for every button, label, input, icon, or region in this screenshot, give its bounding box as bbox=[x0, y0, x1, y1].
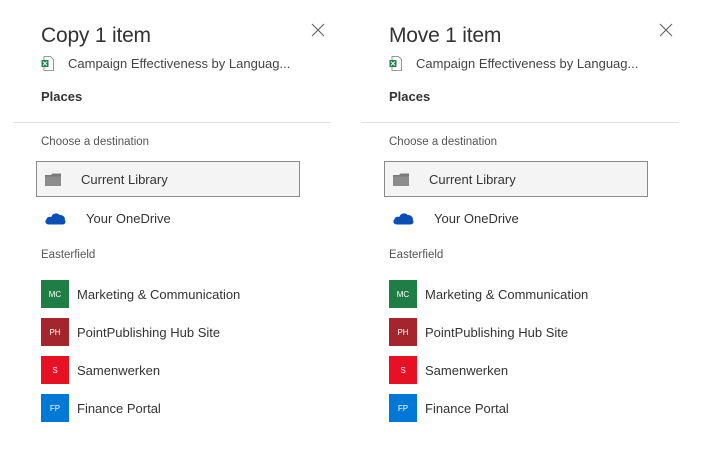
folder-icon bbox=[393, 173, 409, 186]
destination-current-library[interactable]: Current Library bbox=[36, 161, 300, 197]
site-finance-portal[interactable]: FP Finance Portal bbox=[41, 394, 303, 422]
site-label: PointPublishing Hub Site bbox=[425, 324, 569, 340]
onedrive-label: Your OneDrive bbox=[86, 210, 171, 226]
site-tile: FP bbox=[389, 394, 417, 422]
site-tile: PH bbox=[41, 318, 69, 346]
places-heading: Places bbox=[389, 89, 431, 104]
group-label: Easterfield bbox=[389, 249, 444, 261]
onedrive-label: Your OneDrive bbox=[434, 210, 519, 226]
site-tile: MC bbox=[41, 280, 69, 308]
move-panel: Move 1 item Campaign Effectiveness by La… bbox=[361, 0, 681, 453]
current-library-label: Current Library bbox=[81, 171, 168, 187]
panel-title: Move 1 item bbox=[389, 24, 502, 47]
site-tile: S bbox=[41, 356, 69, 384]
panel-title: Copy 1 item bbox=[41, 24, 151, 47]
file-row: Campaign Effectiveness by Languag... bbox=[41, 54, 303, 72]
site-label: Samenwerken bbox=[77, 362, 161, 378]
site-tile: PH bbox=[389, 318, 417, 346]
site-marketing-communication[interactable]: MC Marketing & Communication bbox=[389, 280, 651, 308]
site-label: Finance Portal bbox=[425, 400, 509, 416]
site-pointpublishing-hub[interactable]: PH PointPublishing Hub Site bbox=[41, 318, 303, 346]
site-label: PointPublishing Hub Site bbox=[77, 324, 221, 340]
site-finance-portal[interactable]: FP Finance Portal bbox=[389, 394, 651, 422]
destination-current-library[interactable]: Current Library bbox=[384, 161, 648, 197]
site-label: Marketing & Communication bbox=[425, 286, 589, 302]
close-icon[interactable] bbox=[309, 21, 327, 39]
site-samenwerken[interactable]: S Samenwerken bbox=[41, 356, 303, 384]
excel-file-icon bbox=[41, 55, 54, 71]
current-library-label: Current Library bbox=[429, 171, 516, 187]
folder-icon bbox=[45, 173, 61, 186]
site-label: Samenwerken bbox=[425, 362, 509, 378]
destination-onedrive[interactable]: Your OneDrive bbox=[384, 200, 648, 236]
site-tile: MC bbox=[389, 280, 417, 308]
site-pointpublishing-hub[interactable]: PH PointPublishing Hub Site bbox=[389, 318, 651, 346]
screenshot-stage: Copy 1 item Campaign Effectiveness by La… bbox=[0, 0, 701, 453]
close-icon[interactable] bbox=[657, 21, 675, 39]
divider bbox=[361, 122, 679, 123]
places-heading: Places bbox=[41, 89, 83, 104]
divider bbox=[13, 122, 331, 123]
choose-destination-label: Choose a destination bbox=[41, 136, 150, 148]
site-tile: S bbox=[389, 356, 417, 384]
copy-panel: Copy 1 item Campaign Effectiveness by La… bbox=[13, 0, 333, 453]
file-name: Campaign Effectiveness by Languag... bbox=[416, 55, 639, 71]
group-label: Easterfield bbox=[41, 249, 96, 261]
file-row: Campaign Effectiveness by Languag... bbox=[389, 54, 651, 72]
site-tile: FP bbox=[41, 394, 69, 422]
site-label: Finance Portal bbox=[77, 400, 161, 416]
site-label: Marketing & Communication bbox=[77, 286, 241, 302]
destination-onedrive[interactable]: Your OneDrive bbox=[36, 200, 300, 236]
site-samenwerken[interactable]: S Samenwerken bbox=[389, 356, 651, 384]
file-name: Campaign Effectiveness by Languag... bbox=[68, 55, 291, 71]
site-marketing-communication[interactable]: MC Marketing & Communication bbox=[41, 280, 303, 308]
excel-file-icon bbox=[389, 55, 402, 71]
choose-destination-label: Choose a destination bbox=[389, 136, 498, 148]
onedrive-cloud-icon bbox=[393, 213, 414, 225]
onedrive-cloud-icon bbox=[45, 213, 66, 225]
